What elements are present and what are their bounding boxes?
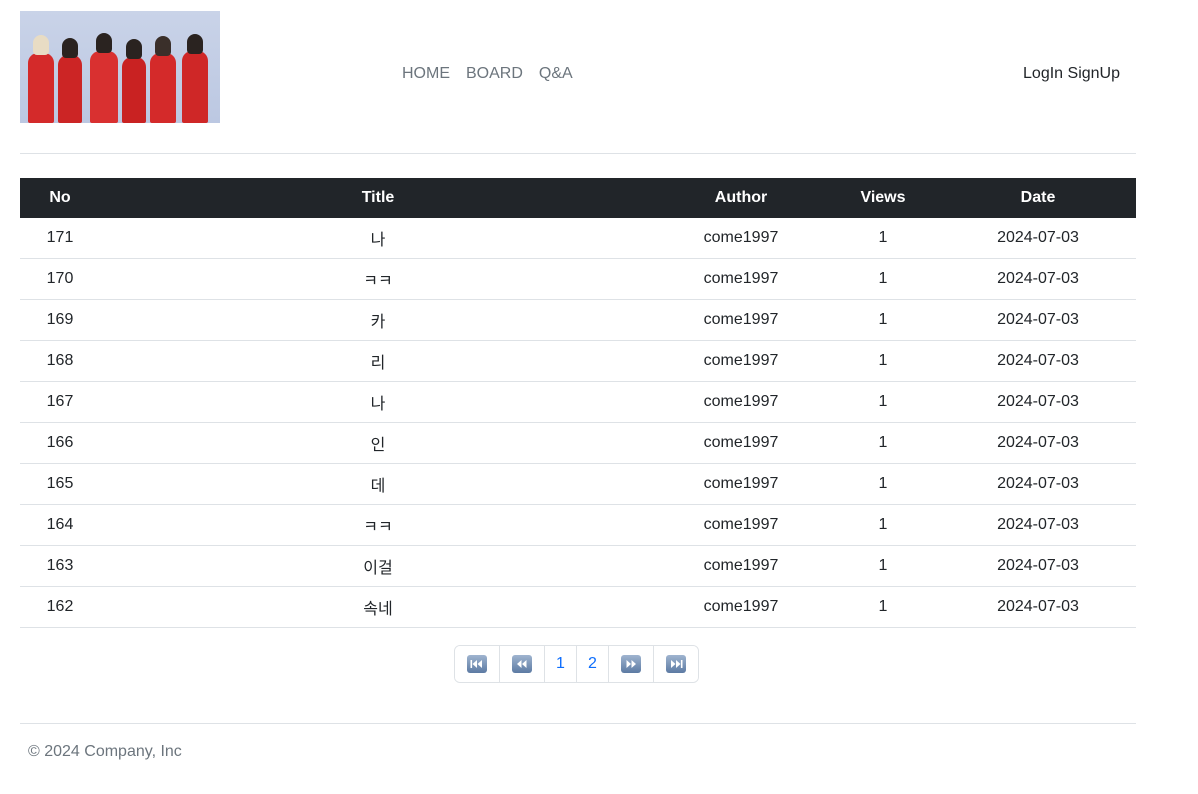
cell-no: 165 <box>20 463 100 505</box>
nav-home-link[interactable]: HOME <box>394 64 458 84</box>
header-date: Date <box>940 178 1136 218</box>
cell-no: 167 <box>20 381 100 423</box>
cell-author: come1997 <box>656 545 826 587</box>
cell-author: come1997 <box>656 381 826 423</box>
cell-views: 1 <box>826 218 940 259</box>
cell-author: come1997 <box>656 299 826 341</box>
board-table: No Title Author Views Date 171 나 come199… <box>20 178 1136 628</box>
cell-views: 1 <box>826 381 940 423</box>
page-2-button[interactable]: 2 <box>576 646 608 682</box>
previous-page-button[interactable] <box>499 646 544 682</box>
cell-title[interactable]: 이걸 <box>100 545 656 587</box>
header-no: No <box>20 178 100 218</box>
first-page-icon <box>467 655 487 673</box>
footer-copyright: © 2024 Company, Inc <box>28 743 182 760</box>
cell-title[interactable]: 나 <box>100 218 656 259</box>
nav-qna-link[interactable]: Q&A <box>531 64 581 84</box>
table-row[interactable]: 164 ㅋㅋ come1997 1 2024-07-03 <box>20 504 1136 546</box>
main-nav: HOME BOARD Q&A <box>394 64 581 84</box>
table-row[interactable]: 162 속네 come1997 1 2024-07-03 <box>20 586 1136 628</box>
cell-date: 2024-07-03 <box>940 504 1136 546</box>
cell-author: come1997 <box>656 422 826 464</box>
cell-date: 2024-07-03 <box>940 545 1136 587</box>
cell-date: 2024-07-03 <box>940 218 1136 259</box>
cell-title[interactable]: 데 <box>100 463 656 505</box>
table-row[interactable]: 171 나 come1997 1 2024-07-03 <box>20 218 1136 259</box>
cell-views: 1 <box>826 545 940 587</box>
table-row[interactable]: 170 ㅋㅋ come1997 1 2024-07-03 <box>20 258 1136 300</box>
cell-author: come1997 <box>656 218 826 259</box>
cell-no: 171 <box>20 218 100 259</box>
table-header-row: No Title Author Views Date <box>20 178 1136 218</box>
signup-link[interactable]: SignUp <box>1068 65 1120 82</box>
last-page-button[interactable] <box>653 646 698 682</box>
cell-no: 170 <box>20 258 100 300</box>
cell-date: 2024-07-03 <box>940 299 1136 341</box>
cell-no: 162 <box>20 586 100 628</box>
last-page-icon <box>666 655 686 673</box>
cell-title[interactable]: ㅋㅋ <box>100 258 656 300</box>
auth-links: LogIn SignUp <box>1023 64 1120 84</box>
cell-date: 2024-07-03 <box>940 586 1136 628</box>
next-page-button[interactable] <box>608 646 653 682</box>
cell-date: 2024-07-03 <box>940 381 1136 423</box>
cell-no: 163 <box>20 545 100 587</box>
header-title: Title <box>100 178 656 218</box>
logo-image[interactable] <box>20 11 220 123</box>
cell-no: 168 <box>20 340 100 382</box>
cell-title[interactable]: 속네 <box>100 586 656 628</box>
cell-no: 166 <box>20 422 100 464</box>
cell-views: 1 <box>826 504 940 546</box>
cell-author: come1997 <box>656 340 826 382</box>
cell-no: 164 <box>20 504 100 546</box>
cell-title[interactable]: 리 <box>100 340 656 382</box>
table-row[interactable]: 163 이걸 come1997 1 2024-07-03 <box>20 545 1136 587</box>
header-views: Views <box>826 178 940 218</box>
nav-board-link[interactable]: BOARD <box>458 64 531 84</box>
table-row[interactable]: 169 카 come1997 1 2024-07-03 <box>20 299 1136 341</box>
cell-title[interactable]: ㅋㅋ <box>100 504 656 546</box>
cell-author: come1997 <box>656 258 826 300</box>
cell-author: come1997 <box>656 504 826 546</box>
table-row[interactable]: 165 데 come1997 1 2024-07-03 <box>20 463 1136 505</box>
cell-views: 1 <box>826 586 940 628</box>
cell-views: 1 <box>826 340 940 382</box>
cell-date: 2024-07-03 <box>940 258 1136 300</box>
first-page-button[interactable] <box>455 646 499 682</box>
table-row[interactable]: 167 나 come1997 1 2024-07-03 <box>20 381 1136 423</box>
site-header: HOME BOARD Q&A LogIn SignUp <box>20 0 1136 154</box>
cell-title[interactable]: 나 <box>100 381 656 423</box>
cell-no: 169 <box>20 299 100 341</box>
cell-views: 1 <box>826 463 940 505</box>
previous-page-icon <box>512 655 532 673</box>
table-row[interactable]: 166 인 come1997 1 2024-07-03 <box>20 422 1136 464</box>
cell-title[interactable]: 인 <box>100 422 656 464</box>
pagination: 1 2 <box>454 645 699 683</box>
cell-date: 2024-07-03 <box>940 463 1136 505</box>
cell-views: 1 <box>826 258 940 300</box>
cell-author: come1997 <box>656 463 826 505</box>
page-1-button[interactable]: 1 <box>544 646 576 682</box>
cell-views: 1 <box>826 299 940 341</box>
footer-divider <box>20 723 1136 724</box>
cell-title[interactable]: 카 <box>100 299 656 341</box>
cell-views: 1 <box>826 422 940 464</box>
login-link[interactable]: LogIn <box>1023 65 1063 82</box>
cell-author: come1997 <box>656 586 826 628</box>
table-row[interactable]: 168 리 come1997 1 2024-07-03 <box>20 340 1136 382</box>
header-author: Author <box>656 178 826 218</box>
cell-date: 2024-07-03 <box>940 340 1136 382</box>
cell-date: 2024-07-03 <box>940 422 1136 464</box>
page-container: HOME BOARD Q&A LogIn SignUp No Title Aut… <box>20 0 1136 760</box>
next-page-icon <box>621 655 641 673</box>
